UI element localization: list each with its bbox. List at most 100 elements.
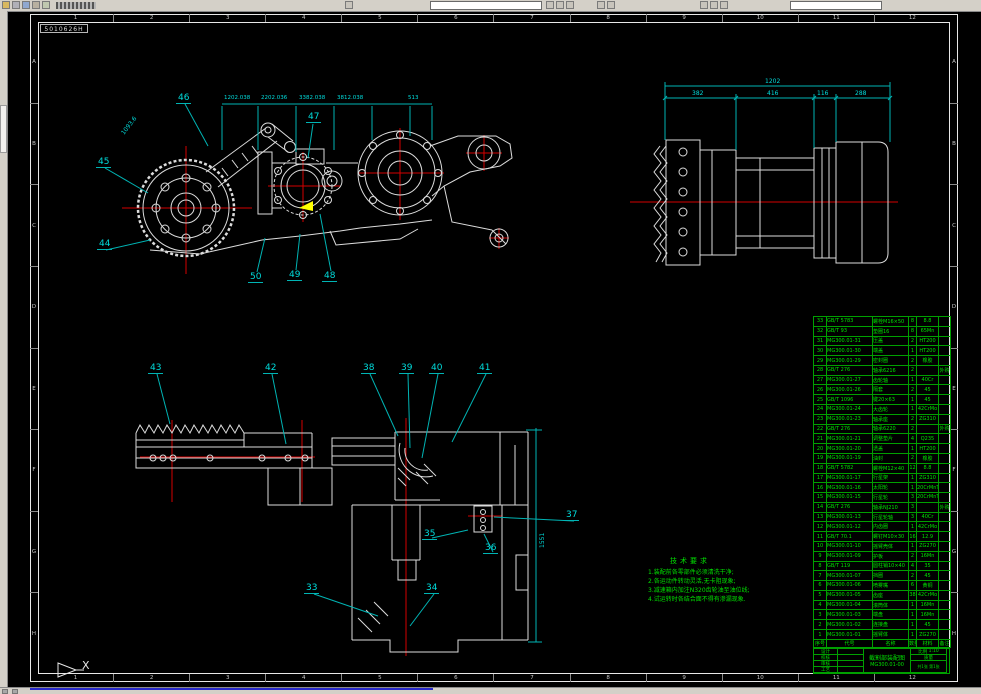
callout-36: 36: [483, 543, 499, 554]
zone-label: G: [30, 510, 38, 593]
view3-geometry: [135, 423, 529, 653]
zone-label: 4: [265, 14, 341, 22]
notes-lines: 1.装配前各零部件必须清洗干净; 2.各运动件转动灵活,无卡阻现象; 3.减速箱内加…: [648, 568, 790, 604]
toolbar-text-fragment: [56, 2, 96, 9]
view-direction-label: X: [82, 659, 90, 672]
zone-label: 1: [73, 15, 78, 21]
dim-label: 382: [692, 90, 704, 97]
plot-icon[interactable]: [42, 1, 50, 9]
dim-label: 116: [817, 90, 829, 97]
toolbar-button[interactable]: [720, 1, 728, 9]
parts-list-row: 7 MG300.01-07 挡圈 2 45: [813, 570, 951, 582]
dim-label: 416: [767, 90, 779, 97]
zone-label: D: [950, 265, 958, 348]
dim-label: 2202.036: [261, 95, 288, 101]
parts-list-row: 11 GB/T 70.1 螺钉M10×30 16 12.9: [813, 531, 951, 542]
linetype-icon[interactable]: [566, 1, 574, 9]
parts-list-table: 33 GB/T 5783 螺栓M16×50 8 8.8 32 GB/T 93 垫圈16 8…: [813, 316, 951, 648]
zone-letters-left: A BCDEFGH: [30, 22, 38, 674]
callout-44: 44: [97, 239, 113, 250]
parts-list-row: 23 MG300.01-23 轴承座 2 ZG310: [813, 413, 951, 425]
callout-41: 41: [477, 363, 493, 374]
zone-label: B: [30, 102, 38, 185]
new-icon[interactable]: [2, 1, 10, 9]
zone-label: 8: [569, 674, 646, 682]
parts-list-row: 28 GB/T 276 轴承6216 2 外购: [813, 364, 951, 376]
color-icon[interactable]: [556, 1, 564, 9]
sheet-count-cell: 共1张 第1张: [911, 661, 947, 673]
parts-list-row: 3 MG300.01-03 端盘 1 16Mn: [813, 609, 951, 621]
parts-list-row: 31 MG300.01-31 压盖 2 HT200: [813, 335, 951, 347]
zone-label: 9: [645, 674, 722, 682]
parts-list-row: 6 MG300.01-06 喷雾嘴 6 黄铜: [813, 580, 951, 591]
cad-window: 1 2 3 4 5 6 7 8 9 10 11 12 1 2 3 4 5 6 7 8 9 10 11 12 ABCDEFGH…: [0, 0, 981, 694]
command-window-edge: [30, 688, 433, 690]
toolbar-button[interactable]: [700, 1, 708, 9]
zone-label: D: [30, 265, 38, 348]
save-icon[interactable]: [22, 1, 30, 9]
style-combo[interactable]: [790, 1, 882, 10]
drawing-canvas[interactable]: 1 2 3 4 5 6 7 8 9 10 11 12 1 2 3 4 5 6 7 8 9 10 11 12 ABCDEFGH…: [0, 0, 981, 694]
parts-list-row: 2 MG300.01-02 连接盘 1 45: [813, 619, 951, 630]
zone-label: A: [952, 59, 956, 66]
callout-46: 46: [176, 93, 192, 104]
dim-label: 1202.038: [224, 95, 251, 101]
left-scrollbar-thumb[interactable]: [0, 105, 7, 153]
toolbar-button[interactable]: [710, 1, 718, 9]
callout-50: 50: [248, 272, 264, 283]
zone-label: C: [30, 184, 38, 266]
zone-label: 4: [265, 674, 341, 682]
zone-label: G: [950, 510, 958, 593]
zone-label: 9: [645, 14, 722, 22]
zone-label: F: [950, 429, 958, 511]
parts-list-row: 16 MG300.01-16 太阳轮 1 20CrMnTi: [813, 482, 951, 494]
zone-label: 8: [569, 14, 646, 22]
zone-label: 11: [797, 14, 874, 22]
layer-toggle-icon[interactable]: [546, 1, 554, 9]
parts-list-row: 14 GB/T 276 轴承NJ210 3 外购: [813, 501, 951, 513]
zone-label: 7: [493, 14, 569, 22]
parts-list-row: 13 MG300.01-13 行星轮轴 3 40Cr: [813, 511, 951, 523]
parts-list-row: 27 MG300.01-27 齿轮轴 1 40Cr: [813, 374, 951, 386]
parts-list-row: 20 MG300.01-20 透盖 1 HT200: [813, 443, 951, 454]
zone-label: 10: [721, 14, 798, 22]
toolbar-button[interactable]: [607, 1, 615, 9]
toolbar-button[interactable]: [345, 1, 353, 9]
callout-34: 34: [424, 583, 440, 594]
callout-43: 43: [148, 363, 164, 374]
view1-geometry: [136, 122, 513, 258]
callout-35: 35: [422, 529, 438, 540]
print-icon[interactable]: [32, 1, 40, 9]
bottom-button[interactable]: [2, 689, 8, 694]
bottom-strip: [0, 687, 981, 694]
parts-list-row: 10 MG300.01-10 摇臂壳体 1 ZG270: [813, 540, 951, 552]
layer-combo[interactable]: [430, 1, 542, 10]
note-line: 4.试运转时各结合面不得有渗漏现象.: [648, 596, 746, 603]
callout-48: 48: [322, 271, 338, 282]
zone-label: B: [950, 102, 958, 185]
parts-list-row: 22 GB/T 276 轴承6220 2 外购: [813, 423, 951, 435]
parts-list-row: 33 GB/T 5783 螺栓M16×50 8 8.8: [813, 316, 951, 327]
parts-list-row: 8 GB/T 119 圆柱销10×40 4 35: [813, 560, 951, 572]
callout-40: 40: [429, 363, 445, 374]
zone-label: F: [30, 429, 38, 511]
bottom-button[interactable]: [12, 689, 18, 694]
title-block-label: 工艺: [814, 667, 838, 673]
zone-label: 3: [189, 14, 265, 22]
note-line: 2.各运动件转动灵活,无卡阻现象;: [648, 578, 736, 585]
highlight-marker: [299, 201, 313, 211]
dim-label: 3812.038: [337, 95, 364, 101]
parts-list-row: 17 MG300.01-17 行星架 1 ZG310: [813, 472, 951, 484]
dim-label: 288: [855, 90, 867, 97]
zone-label: 10: [721, 674, 798, 682]
open-icon[interactable]: [12, 1, 20, 9]
zone-label: E: [950, 347, 958, 430]
zone-label: 7: [493, 674, 569, 682]
callout-37: 37: [564, 510, 580, 521]
parts-list-row: 12 MG300.01-12 内齿圈 1 42CrMo: [813, 521, 951, 533]
zone-label: H: [30, 592, 38, 674]
parts-list-header: 序号代号名称 数量材料备注: [813, 639, 951, 648]
zone-label: 5: [341, 674, 417, 682]
top-toolbar: [0, 0, 981, 12]
toolbar-button[interactable]: [597, 1, 605, 9]
